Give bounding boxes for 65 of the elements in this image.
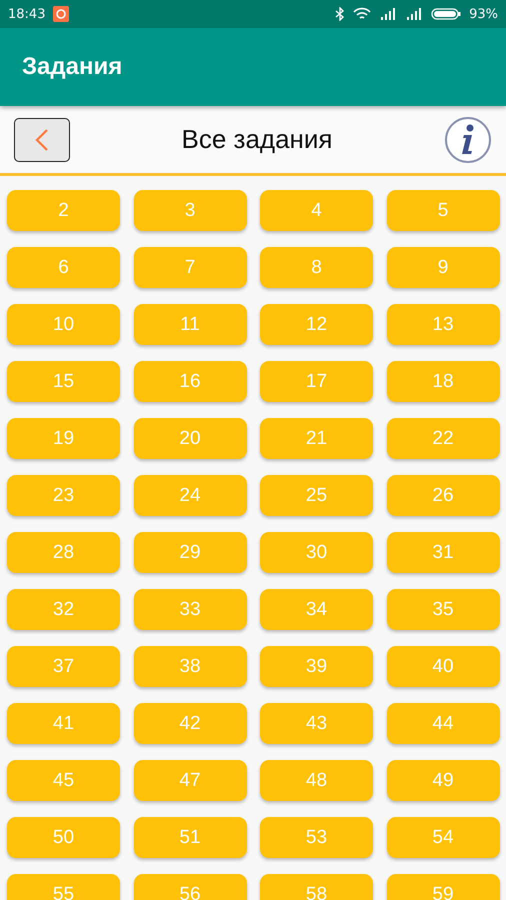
task-button[interactable]: 40 xyxy=(386,646,500,687)
task-button[interactable]: 44 xyxy=(386,703,500,744)
task-button[interactable]: 50 xyxy=(7,817,120,858)
task-button[interactable]: 38 xyxy=(134,646,246,687)
task-button[interactable]: 12 xyxy=(260,304,373,345)
task-button[interactable]: 17 xyxy=(260,361,373,402)
task-button[interactable]: 56 xyxy=(134,874,246,900)
signal-icon xyxy=(379,7,398,21)
task-button[interactable]: 3 xyxy=(134,190,246,231)
task-button[interactable]: 13 xyxy=(386,304,500,345)
task-button[interactable]: 22 xyxy=(386,418,500,459)
task-button[interactable]: 26 xyxy=(386,475,500,516)
task-button[interactable]: 59 xyxy=(386,874,500,900)
task-button[interactable]: 7 xyxy=(134,247,246,288)
info-icon[interactable] xyxy=(444,116,492,164)
bluetooth-icon xyxy=(335,7,346,21)
task-button[interactable]: 58 xyxy=(260,874,373,900)
task-button[interactable]: 10 xyxy=(7,304,120,345)
clock-text: 18:43 xyxy=(8,6,46,22)
battery-text: 93% xyxy=(469,6,498,22)
task-button[interactable]: 23 xyxy=(7,475,120,516)
task-button[interactable]: 4 xyxy=(260,190,373,231)
task-button[interactable]: 15 xyxy=(7,361,120,402)
task-button[interactable]: 8 xyxy=(260,247,373,288)
task-button[interactable]: 32 xyxy=(7,589,120,630)
task-button[interactable]: 34 xyxy=(260,589,373,630)
task-button[interactable]: 29 xyxy=(134,532,246,573)
task-button[interactable]: 6 xyxy=(7,247,120,288)
notification-icon xyxy=(53,6,70,22)
task-button[interactable]: 2 xyxy=(7,190,120,231)
task-button[interactable]: 53 xyxy=(260,817,373,858)
back-button[interactable] xyxy=(14,118,70,162)
battery-icon xyxy=(431,7,462,21)
task-button[interactable]: 30 xyxy=(260,532,373,573)
task-button[interactable]: 45 xyxy=(7,760,120,801)
screen-title: Все задания xyxy=(180,124,334,155)
task-button[interactable]: 43 xyxy=(260,703,373,744)
task-button[interactable]: 24 xyxy=(134,475,246,516)
task-button[interactable]: 20 xyxy=(134,418,246,459)
task-button[interactable]: 21 xyxy=(260,418,373,459)
app-title: Задания xyxy=(22,53,122,81)
task-button[interactable]: 37 xyxy=(7,646,120,687)
chevron-left-icon xyxy=(35,128,49,152)
task-button[interactable]: 54 xyxy=(386,817,500,858)
task-button[interactable]: 55 xyxy=(7,874,120,900)
task-button[interactable]: 47 xyxy=(134,760,246,801)
task-button[interactable]: 11 xyxy=(134,304,246,345)
task-button[interactable]: 18 xyxy=(386,361,500,402)
task-button[interactable]: 9 xyxy=(386,247,500,288)
wifi-icon xyxy=(353,7,372,21)
signal-icon xyxy=(405,7,424,21)
task-button[interactable]: 19 xyxy=(7,418,120,459)
task-button[interactable]: 48 xyxy=(260,760,373,801)
task-button[interactable]: 33 xyxy=(134,589,246,630)
task-button[interactable]: 28 xyxy=(7,532,120,573)
task-button[interactable]: 31 xyxy=(386,532,500,573)
task-button[interactable]: 16 xyxy=(134,361,246,402)
task-button[interactable]: 25 xyxy=(260,475,373,516)
task-button[interactable]: 49 xyxy=(386,760,500,801)
task-button[interactable]: 42 xyxy=(134,703,246,744)
task-button[interactable]: 39 xyxy=(260,646,373,687)
task-button[interactable]: 35 xyxy=(386,589,500,630)
task-button[interactable]: 5 xyxy=(386,190,500,231)
task-button[interactable]: 41 xyxy=(7,703,120,744)
task-button[interactable]: 51 xyxy=(134,817,246,858)
